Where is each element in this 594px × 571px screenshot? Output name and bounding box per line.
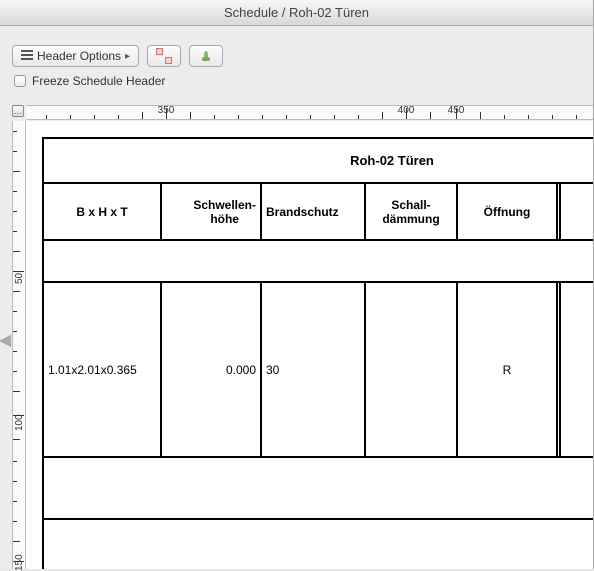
schedule-sheet: Roh-02 Türen B x H x T Schwellen-höhe Br… — [42, 137, 593, 569]
cell-brand[interactable]: 30 — [262, 283, 366, 456]
toolbar: Header Options ▸ — [0, 40, 593, 70]
table-row[interactable]: 1.01x2.01x0.365 0.000 30 R — [44, 283, 593, 458]
col-header-schwelle[interactable]: Schwellen-höhe — [162, 184, 262, 239]
ruler-v-label: 100 — [14, 414, 25, 431]
window: Schedule / Roh-02 Türen Header Options ▸… — [0, 0, 594, 569]
col-header-label: Schwellen-höhe — [193, 198, 256, 226]
header-options-button[interactable]: Header Options ▸ — [12, 45, 139, 67]
freeze-header-checkbox[interactable] — [14, 75, 26, 87]
header-options-label: Header Options — [37, 49, 121, 63]
scroll-left-hint: ◀ — [0, 333, 10, 347]
separator-row — [44, 241, 593, 283]
freeze-header-row: Freeze Schedule Header — [0, 70, 593, 96]
sheet-title: Roh-02 Türen — [44, 139, 593, 184]
cell-extra[interactable] — [561, 283, 593, 456]
cell-schall[interactable] — [366, 283, 458, 456]
col-header-bht[interactable]: B x H x T — [44, 184, 162, 239]
separator-row — [44, 458, 593, 520]
ruler-v-label: 150 — [14, 554, 25, 571]
table-icon — [21, 49, 33, 63]
column-header-row: B x H x T Schwellen-höhe Brandschutz Sch… — [44, 184, 593, 241]
ruler-vertical[interactable]: 50 100 150 — [12, 121, 26, 569]
col-header-oeffnung[interactable]: Öffnung — [458, 184, 558, 239]
chevron-right-icon: ▸ — [125, 51, 130, 62]
edit-nodes-button[interactable] — [147, 45, 181, 67]
tree-icon — [198, 49, 214, 63]
ruler-horizontal[interactable]: 350 400 450 — [26, 105, 593, 120]
freeze-header-label: Freeze Schedule Header — [32, 74, 165, 88]
col-header-brand[interactable]: Brandschutz — [262, 184, 366, 239]
col-header-label: Schall-dämmung — [382, 198, 439, 226]
col-header-schall[interactable]: Schall-dämmung — [366, 184, 458, 239]
drawing-canvas[interactable]: Roh-02 Türen B x H x T Schwellen-höhe Br… — [26, 121, 593, 569]
cell-bht[interactable]: 1.01x2.01x0.365 — [44, 283, 162, 456]
cell-oeffnung[interactable]: R — [458, 283, 558, 456]
window-title-bar: Schedule / Roh-02 Türen — [0, 0, 593, 26]
ruler-origin-button[interactable]: … — [12, 105, 24, 117]
cell-schwelle[interactable]: 0.000 — [162, 283, 262, 456]
nodes-icon — [156, 48, 172, 64]
ruler-v-label: 50 — [14, 273, 25, 284]
col-header-extra[interactable] — [561, 184, 593, 239]
window-title: Schedule / Roh-02 Türen — [224, 5, 369, 20]
tree-button[interactable] — [189, 45, 223, 67]
